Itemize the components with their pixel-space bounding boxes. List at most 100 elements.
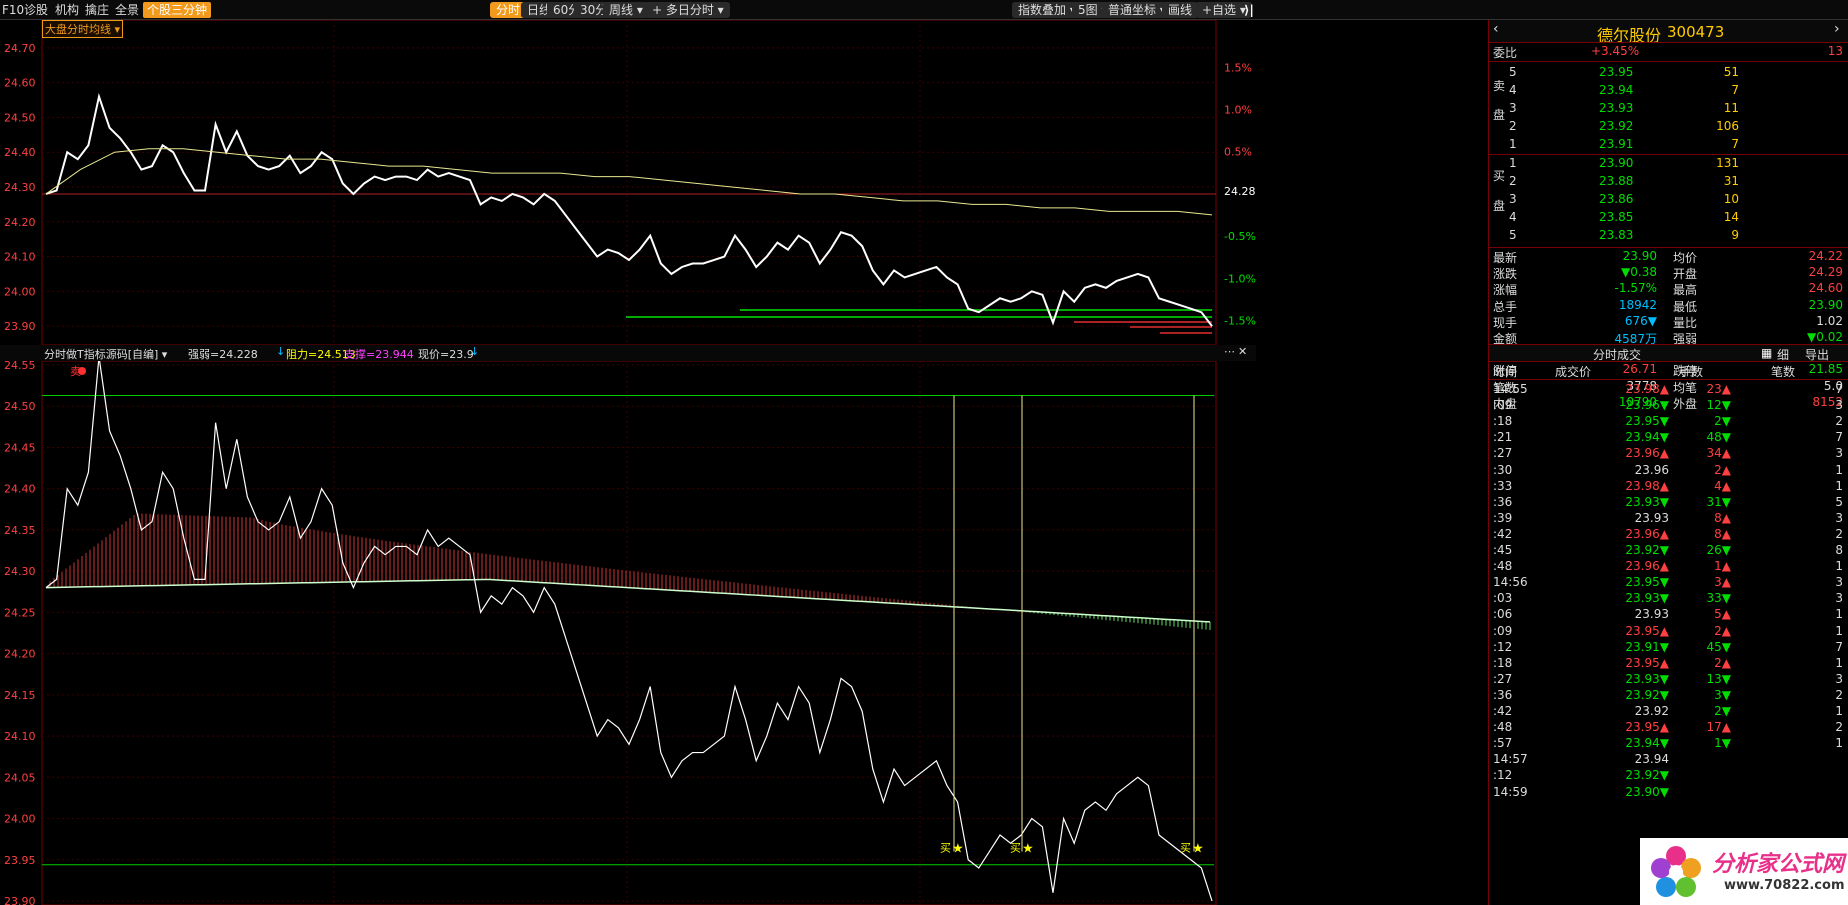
tick-row[interactable]: :42 23.96▲ 8▲ 2 — [1489, 526, 1848, 542]
more-icon[interactable]: ⋯ — [1224, 345, 1235, 358]
tick-row[interactable]: :27 23.93▼ 13▼ 3 — [1489, 671, 1848, 687]
close-icon[interactable]: ✕ — [1238, 345, 1247, 358]
stat-value: 24.29 — [1808, 265, 1843, 280]
tick-row[interactable]: :48 23.96▲ 1▲ 1 — [1489, 558, 1848, 574]
tick-row[interactable]: :12 23.92▼ — [1489, 767, 1848, 783]
tick-row[interactable]: :21 23.94▼ 48▼ 7 — [1489, 429, 1848, 445]
tick-row[interactable]: :03 23.93▼ 33▼ 3 — [1489, 590, 1848, 606]
stats-row: 涨跌 ▼0.38 开盘 24.29 — [1489, 264, 1848, 281]
tick-row[interactable]: :18 23.95▼ 2▼ 2 — [1489, 413, 1848, 429]
overlay-label[interactable]: 大盘分时均线 ▾ — [42, 20, 124, 38]
back-arrow-icon[interactable]: ‹ — [1493, 21, 1499, 37]
ask-row[interactable]: 5 23.95 51 — [1489, 64, 1848, 82]
tab-stock-3min[interactable]: 个股三分钟 — [143, 2, 212, 18]
bid-row[interactable]: 2 23.88 31 — [1489, 173, 1848, 191]
buy-signal-label: 买 — [1010, 841, 1021, 854]
bid-volume: 10 — [1723, 192, 1739, 206]
flower-logo-icon — [1651, 846, 1701, 897]
collapse-icon[interactable]: ⟩| — [1244, 2, 1254, 18]
tick-time: :12 — [1493, 639, 1513, 654]
tick-row[interactable]: :18 23.95▲ 2▲ 1 — [1489, 655, 1848, 671]
tick-row[interactable]: 14:57 23.94 — [1489, 751, 1848, 767]
tick-volume: 23▲ — [1706, 382, 1732, 396]
tick-row[interactable]: :06 23.93 5▲ 1 — [1489, 606, 1848, 622]
tick-price: 23.90▼ — [1625, 784, 1669, 799]
tab-capture[interactable]: 擒庄 — [85, 2, 109, 18]
tick-volume: 1▲ — [1714, 559, 1731, 574]
tick-price: 23.92▼ — [1625, 543, 1669, 557]
bid-row[interactable]: 3 23.86 10 — [1489, 191, 1848, 209]
tab-institution[interactable]: 机构 — [55, 2, 79, 18]
tick-row[interactable]: 14:56 23.95▼ 3▲ 3 — [1489, 574, 1848, 590]
bid-row[interactable]: 4 23.85 14 — [1489, 209, 1848, 227]
bid-list: 买 盘 1 23.90 131 2 23.88 31 3 23.86 10 4 23.85 14 5 23… — [1489, 155, 1848, 247]
ticks-list: 14:55 23.98▲ 23▲ 7:09 23.96▼ 12▼ 3:18 23.95▼ 2▼ 2… — [1489, 381, 1848, 905]
tick-row[interactable]: 14:55 23.98▲ 23▲ 7 — [1489, 381, 1848, 397]
tick-row[interactable]: 14:59 23.90▼ — [1489, 784, 1848, 800]
tick-row[interactable]: :30 23.96 2▲ 1 — [1489, 462, 1848, 478]
ask-row[interactable]: 4 23.94 7 — [1489, 82, 1848, 100]
tick-row[interactable]: :09 23.95▲ 2▲ 1 — [1489, 623, 1848, 639]
indicator-title[interactable]: 分时做T指标源码[自编] ▾ — [44, 346, 167, 362]
bid-row[interactable]: 1 23.90 131 — [1489, 155, 1848, 173]
export-button[interactable]: 导出 — [1805, 346, 1829, 363]
tick-row[interactable]: :27 23.96▲ 34▲ 3 — [1489, 445, 1848, 461]
tick-count: 1 — [1835, 623, 1843, 638]
tab-diagnose[interactable]: 诊股 — [24, 2, 48, 18]
support-value: 支撑=23.944 — [344, 348, 414, 361]
tick-row[interactable]: :42 23.92 2▼ 1 — [1489, 703, 1848, 719]
tick-volume: 2▼ — [1714, 414, 1731, 429]
ask-price: 23.91 — [1599, 137, 1634, 151]
tick-volume: 2▲ — [1714, 623, 1731, 638]
tick-row[interactable]: :12 23.91▼ 45▼ 7 — [1489, 639, 1848, 655]
tick-count: 7 — [1835, 430, 1843, 445]
percent-axis-label: 1.5% — [1224, 61, 1252, 74]
tick-time: :09 — [1493, 623, 1513, 638]
tick-row[interactable]: :09 23.96▼ 12▼ 3 — [1489, 397, 1848, 413]
tick-row[interactable]: :36 23.92▼ 3▼ 2 — [1489, 687, 1848, 703]
ask-row[interactable]: 2 23.92 106 — [1489, 118, 1848, 136]
ask-list: 卖 盘 5 23.95 51 4 23.94 7 3 23.93 11 2 23.92 106 1 23.… — [1489, 62, 1848, 154]
tick-row[interactable]: :45 23.92▼ 26▼ 8 — [1489, 542, 1848, 558]
ask-price: 23.95 — [1599, 65, 1634, 79]
y-axis-label: 24.25 — [4, 606, 36, 619]
ask-row[interactable]: 1 23.91 7 — [1489, 136, 1848, 154]
tick-time: 14:56 — [1493, 575, 1528, 590]
bid-level: 4 — [1509, 210, 1517, 224]
tick-time: :06 — [1493, 607, 1513, 622]
bid-volume: 14 — [1723, 210, 1739, 224]
tick-price: 23.96 — [1634, 462, 1669, 477]
ask-volume: 7 — [1731, 83, 1739, 97]
ask-level: 1 — [1509, 137, 1517, 151]
tab-weekly[interactable]: 周线 ▾ — [603, 2, 649, 18]
tick-volume: 8▲ — [1714, 510, 1731, 525]
multi-day-button[interactable]: + 多日分时 ▾ — [646, 2, 730, 18]
tick-price: 23.93 — [1634, 607, 1669, 622]
y-axis-label: 24.55 — [4, 361, 36, 372]
tick-price: 23.93▼ — [1625, 494, 1669, 509]
y-axis-label: 23.90 — [4, 320, 36, 333]
tab-f10[interactable]: F10 — [2, 2, 24, 18]
tick-row[interactable]: :48 23.95▲ 17▲ 2 — [1489, 719, 1848, 735]
detail-button[interactable]: 细 — [1777, 346, 1789, 363]
grid-icon[interactable]: ▦ — [1761, 346, 1772, 360]
tab-overview[interactable]: 全景 — [115, 2, 139, 18]
stat-value: 24.60 — [1808, 281, 1843, 296]
forward-arrow-icon[interactable]: › — [1834, 21, 1840, 37]
tick-price: 23.94 — [1634, 752, 1669, 767]
bid-volume: 31 — [1723, 174, 1739, 188]
indicator-chart-svg: 24.55 24.50 24.45 24.40 24.35 24.30 24.25 24.20… — [4, 356, 1217, 905]
tick-row[interactable]: :39 23.93 8▲ 3 — [1489, 510, 1848, 526]
tick-price: 23.93▼ — [1625, 591, 1669, 606]
tick-row[interactable]: :33 23.98▲ 4▲ 1 — [1489, 478, 1848, 494]
tick-row[interactable]: :57 23.94▼ 1▼ 1 — [1489, 735, 1848, 751]
y-axis-label: 24.40 — [4, 483, 36, 496]
tick-volume: 4▲ — [1714, 478, 1731, 493]
ask-row[interactable]: 3 23.93 11 — [1489, 100, 1848, 118]
tick-count: 3 — [1835, 575, 1843, 590]
y-axis-label: 24.45 — [4, 441, 36, 454]
tick-row[interactable]: :36 23.93▼ 31▼ 5 — [1489, 494, 1848, 510]
draw-line-button[interactable]: 画线 — [1162, 2, 1199, 18]
tick-price: 23.95▼ — [1625, 575, 1669, 590]
bid-row[interactable]: 5 23.83 9 — [1489, 227, 1848, 245]
